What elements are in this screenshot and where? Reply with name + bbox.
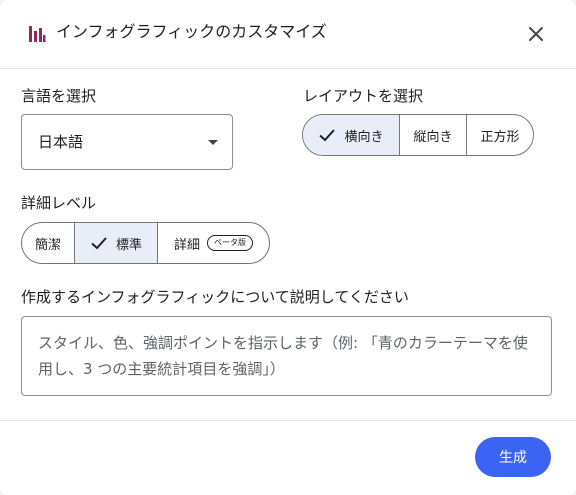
description-label: 作成するインフォグラフィックについて説明してください [21, 288, 409, 306]
check-icon [91, 237, 107, 250]
language-select[interactable]: 日本語 [21, 114, 233, 170]
detail-option-label: 標準 [115, 237, 142, 253]
language-label: 言語を選択 [21, 87, 97, 105]
layout-option-label: 横向き [344, 129, 384, 145]
close-button[interactable] [520, 18, 552, 50]
layout-option-portrait[interactable]: 縦向き [400, 115, 467, 155]
detail-level-label: 詳細レベル [21, 194, 97, 212]
layout-option-landscape[interactable]: 横向き [303, 115, 400, 155]
detail-option-label: 簡潔 [34, 237, 61, 253]
detail-option-concise[interactable]: 簡潔 [22, 223, 75, 263]
language-selected-value: 日本語 [38, 133, 84, 151]
description-textarea[interactable]: スタイル、色、強調ポイントを指示します（例: 「青のカラーテーマを使用し、3 つ… [21, 316, 552, 396]
description-placeholder: スタイル、色、強調ポイントを指示します（例: 「青のカラーテーマを使用し、3 つ… [38, 334, 528, 378]
detail-option-standard[interactable]: 標準 [75, 223, 158, 263]
infographic-bars-icon [29, 26, 46, 42]
layout-option-label: 正方形 [480, 129, 520, 145]
layout-label: レイアウトを選択 [303, 87, 424, 105]
detail-option-label: 詳細 [173, 237, 200, 253]
beta-badge: ベータ版 [207, 235, 253, 251]
layout-segmented-control: 横向き 縦向き 正方形 [302, 114, 534, 156]
dialog-title: インフォグラフィックのカスタマイズ [56, 22, 327, 41]
chevron-down-icon [208, 140, 218, 145]
detail-level-segmented-control: 簡潔 標準 詳細 ベータ版 [21, 222, 270, 264]
dialog-header: インフォグラフィックのカスタマイズ [0, 0, 576, 69]
check-icon [319, 129, 336, 142]
customize-infographic-dialog: インフォグラフィックのカスタマイズ 言語を選択 日本語 レイアウトを選択 横向き… [0, 0, 576, 495]
layout-option-label: 縦向き [413, 129, 453, 145]
detail-option-detailed[interactable]: 詳細 ベータ版 [158, 223, 269, 263]
close-icon [529, 27, 543, 41]
layout-option-square[interactable]: 正方形 [467, 115, 533, 155]
generate-button[interactable]: 生成 [475, 437, 551, 477]
